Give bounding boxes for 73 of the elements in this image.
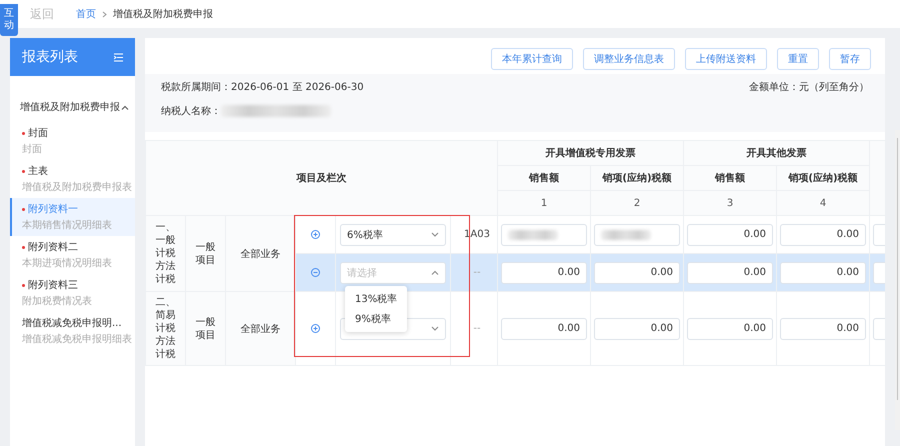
item-subtitle: 增值税减免税申报明细表: [22, 332, 131, 346]
input-field[interactable]: 0.00: [501, 262, 587, 284]
item-title: 附列资料二: [28, 240, 78, 254]
amount-unit: 金额单位：元（列至角分）: [749, 80, 869, 94]
column-header: 销项(应纳)税额: [602, 173, 672, 184]
row-code: --: [472, 323, 481, 334]
breadcrumb-item: 增值税及附加税费申报: [113, 8, 213, 21]
item-title: 增值税减免税申报明...: [22, 316, 122, 330]
column-header: 销售额: [529, 173, 559, 184]
group-label[interactable]: 增值税及附加税费申报: [20, 100, 120, 114]
toolbar-button[interactable]: 上传附送资料: [685, 48, 767, 70]
add-circle-icon[interactable]: [311, 324, 320, 333]
caret-down-icon: [431, 326, 439, 331]
input-field[interactable]: 0.00: [780, 262, 866, 284]
item-subtitle: 附加税费情况表: [22, 294, 93, 308]
table-cell: 全部业务: [240, 248, 280, 260]
item-title: 主表: [28, 164, 48, 178]
item-title: 附列资料三: [28, 278, 78, 292]
input-field[interactable]: [501, 224, 587, 246]
item-subtitle: 本期进项情况明细表: [22, 256, 113, 270]
input-field[interactable]: 0.00: [501, 318, 587, 340]
table-cell: 一般项目: [196, 240, 216, 266]
item-title: 封面: [28, 126, 48, 140]
table-cell: 一般项目: [196, 316, 216, 342]
sidebar-title: 报表列表: [22, 48, 78, 66]
column-header: 销项(应纳)税额: [788, 173, 858, 184]
toolbar-button[interactable]: 暂存: [829, 48, 871, 70]
input-field[interactable]: 0.00: [687, 318, 773, 340]
input-field[interactable]: [594, 224, 680, 246]
column-header: 销售额: [715, 173, 745, 184]
input-field[interactable]: 0.00: [780, 318, 866, 340]
taxpayer-label: 纳税人名称：: [161, 104, 221, 118]
item-subtitle: 增值税及附加税费申报表: [22, 180, 131, 194]
row-code: --: [472, 267, 481, 278]
input-field[interactable]: 0.00: [594, 318, 680, 340]
tax-period: 税款所属期间：2026-06-01 至 2026-06-30: [161, 80, 364, 94]
section-label: 一、一般计税方法计税: [156, 221, 176, 286]
toolbar-button[interactable]: 本年累计查询: [491, 48, 573, 70]
menu-icon[interactable]: [114, 52, 123, 62]
interaction-tab[interactable]: 互动: [0, 4, 18, 36]
caret-up-icon: [431, 270, 439, 275]
table-cell: 全部业务: [240, 324, 280, 334]
add-circle-icon[interactable]: [311, 230, 320, 239]
toolbar-button[interactable]: 重置: [777, 48, 819, 70]
input-field[interactable]: 0.00: [687, 224, 773, 246]
sidebar-item[interactable]: 附列资料二 本期进项情况明细表: [10, 236, 135, 274]
section-label: 二、简易计税方法计税: [156, 296, 176, 361]
breadcrumb-item[interactable]: 首页: [76, 7, 96, 21]
item-title: 附列资料一: [28, 202, 78, 216]
column-header: 开具其他发票: [746, 148, 806, 159]
column-number: 3: [726, 198, 734, 208]
dropdown-option[interactable]: 9%税率: [345, 309, 408, 329]
item-subtitle: 封面: [22, 142, 43, 156]
column-number: 4: [820, 198, 826, 208]
collapse-icon[interactable]: [121, 104, 129, 110]
sidebar-item[interactable]: 封面 封面: [10, 122, 135, 160]
item-subtitle: 本期销售情况明细表: [22, 218, 113, 232]
sidebar-item[interactable]: 主表 增值税及附加税费申报表: [10, 160, 135, 198]
input-field[interactable]: 0.00: [594, 262, 680, 284]
input-field[interactable]: 0.00: [780, 224, 866, 246]
chevron-right-icon: [102, 10, 107, 18]
remove-circle-icon[interactable]: [311, 268, 320, 277]
sidebar-item[interactable]: 增值税减免税申报明... 增值税减免税申报明细表: [10, 312, 135, 350]
input-field[interactable]: 0.00: [687, 262, 773, 284]
column-number: 2: [634, 198, 640, 208]
rate-select[interactable]: 6%税率: [340, 224, 446, 246]
column-number: 1: [540, 198, 548, 208]
toolbar-button[interactable]: 调整业务信息表: [583, 48, 675, 70]
caret-down-icon: [431, 232, 439, 237]
sidebar-item[interactable]: 附列资料三 附加税费情况表: [10, 274, 135, 312]
column-header: 项目及栏次: [296, 173, 346, 184]
column-header: 开具增值税专用发票: [546, 148, 636, 159]
dropdown-option[interactable]: 13%税率: [345, 289, 408, 309]
